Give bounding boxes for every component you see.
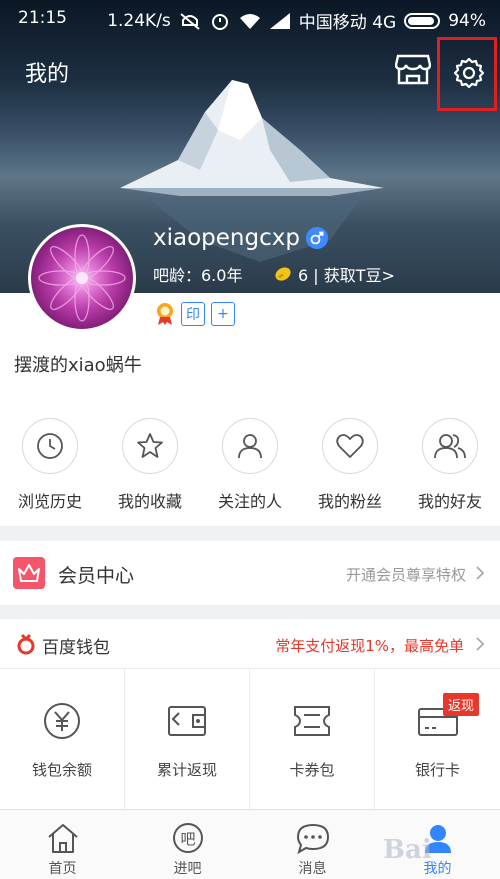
user-signature: 摆渡的xiao蜗牛 [14, 355, 142, 376]
male-gender-icon [305, 227, 328, 249]
seal-badge[interactable]: 印 [181, 302, 205, 326]
wallet-promo: 常年支付返现1%，最高免单 [275, 637, 464, 655]
clock-icon [37, 433, 63, 459]
wallet-icon [168, 706, 206, 736]
fans-icon-circle [322, 418, 378, 474]
crown-icon [13, 557, 45, 589]
avatar[interactable] [28, 224, 136, 332]
yuan-icon [44, 703, 80, 739]
flower-avatar-image [38, 234, 126, 322]
username-text: xiaopengcxp [153, 225, 300, 251]
forum-age: 吧龄：6.0年 [153, 266, 243, 285]
heart-icon [336, 434, 364, 458]
gear-icon[interactable] [453, 57, 485, 89]
clock-text: 21:15 [18, 8, 67, 28]
ticket-icon [294, 706, 330, 736]
following-icon-circle [222, 418, 278, 474]
t-beans-link[interactable]: 6 | 获取T豆> [272, 262, 395, 286]
wallet-balance-label: 钱包余额 [31, 761, 92, 779]
following-button[interactable]: 关注的人 [200, 418, 300, 512]
following-label: 关注的人 [217, 492, 282, 511]
chevron-right-icon [476, 637, 485, 651]
tab-home[interactable]: 首页 [0, 810, 125, 879]
ba-icon: 吧 [172, 823, 203, 853]
home-icon [47, 824, 78, 853]
friends-button[interactable]: 我的好友 [400, 418, 500, 512]
baidu-wallet-logo-icon [17, 633, 35, 655]
message-icon [296, 823, 329, 854]
favorites-icon-circle [122, 418, 178, 474]
bean-icon [275, 267, 291, 281]
history-icon-circle [22, 418, 78, 474]
friends-icon-circle [422, 418, 478, 474]
friends-icon [434, 434, 466, 459]
wallet-header[interactable]: 百度钱包 常年支付返现1%，最高免单 [0, 619, 500, 669]
wifi-icon [239, 13, 260, 29]
cashback-badge: 返现 [443, 693, 480, 716]
member-center-hint: 开通会员尊享特权 [345, 566, 466, 584]
chevron-right-icon [476, 566, 485, 580]
shop-icon[interactable] [395, 52, 431, 86]
tab-messages-label: 消息 [298, 861, 327, 877]
history-button[interactable]: 浏览历史 [0, 418, 100, 512]
friends-label: 我的好友 [417, 492, 482, 511]
battery-icon [404, 12, 441, 29]
favorites-button[interactable]: 我的收藏 [100, 418, 200, 512]
medal-icon[interactable] [155, 302, 175, 326]
mute-icon [180, 12, 200, 30]
person-icon [238, 434, 262, 459]
bank-card-label: 银行卡 [414, 761, 460, 779]
carrier-text: 中国移动 4G [298, 13, 397, 33]
fans-button[interactable]: 我的粉丝 [300, 418, 400, 512]
tab-messages[interactable]: 消息 [250, 810, 375, 879]
star-icon [137, 433, 163, 458]
settings-highlight-box [437, 37, 497, 111]
wallet-section: 百度钱包 常年支付返现1%，最高免单 钱包余额 累计返现 卡券包 返现 银行卡 [0, 619, 500, 809]
beans-text: 6 | 获取T豆> [298, 266, 395, 285]
user-badges: 印 + [155, 302, 235, 326]
watermark-text: Bai [383, 835, 432, 865]
svg-text:吧: 吧 [180, 830, 195, 848]
coupons-button[interactable]: 卡券包 [250, 669, 375, 809]
tab-ba[interactable]: 吧 进吧 [125, 810, 250, 879]
bank-card-button[interactable]: 返现 银行卡 [375, 669, 500, 809]
alarm-icon [211, 13, 228, 30]
status-bar: 21:15 1.24K/s 中国移动 4G 94% [0, 0, 500, 36]
fans-label: 我的粉丝 [317, 492, 382, 511]
page-title: 我的 [25, 62, 70, 87]
wallet-grid: 钱包余额 累计返现 卡券包 返现 银行卡 [0, 669, 500, 809]
member-center-title: 会员中心 [58, 565, 135, 587]
quick-actions: 浏览历史 我的收藏 关注的人 我的粉丝 我的好友 [0, 418, 500, 512]
coupons-label: 卡券包 [289, 761, 335, 779]
total-cashback-label: 累计返现 [156, 761, 217, 779]
total-cashback-button[interactable]: 累计返现 [125, 669, 250, 809]
network-speed: 1.24K/s [107, 10, 171, 31]
tab-home-label: 首页 [48, 861, 77, 877]
username[interactable]: xiaopengcxp [153, 225, 328, 251]
wallet-title: 百度钱包 [42, 638, 110, 658]
favorites-label: 我的收藏 [117, 492, 182, 511]
battery-text: 94% [448, 10, 486, 31]
member-center-row[interactable]: 会员中心 开通会员尊享特权 [0, 541, 500, 605]
add-badge-button[interactable]: + [211, 302, 235, 326]
history-label: 浏览历史 [17, 492, 82, 511]
wallet-balance-button[interactable]: 钱包余额 [0, 669, 125, 809]
tab-ba-label: 进吧 [173, 861, 202, 877]
signal-icon [269, 12, 290, 29]
